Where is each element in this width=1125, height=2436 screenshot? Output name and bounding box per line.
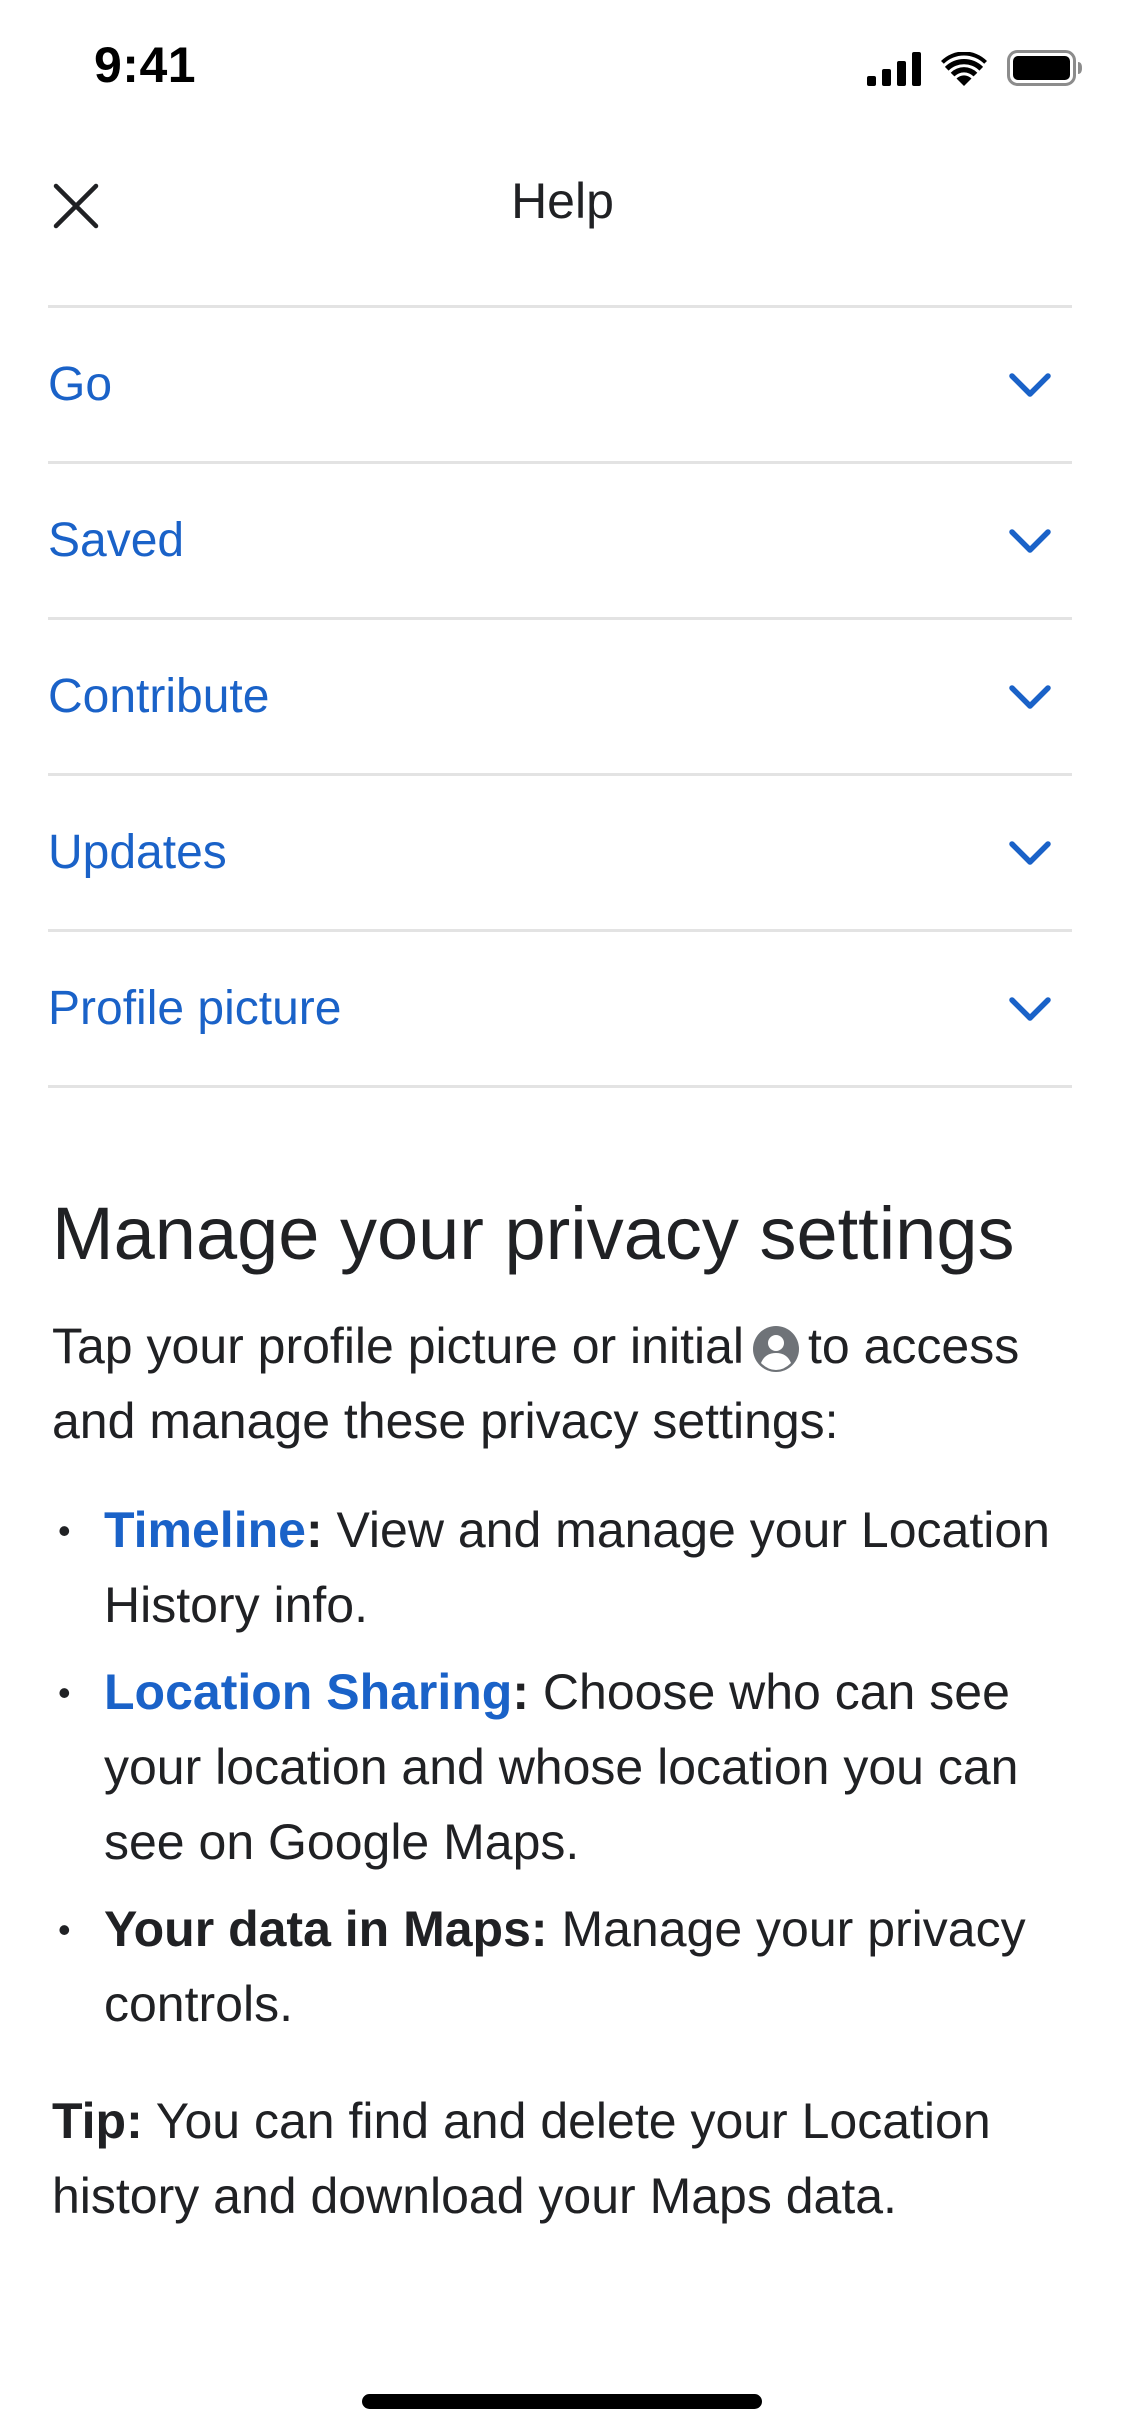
wifi-icon — [941, 52, 987, 86]
chevron-down-icon — [1002, 357, 1058, 413]
bullet-colon: : — [305, 1501, 323, 1558]
chevron-down-icon — [1002, 669, 1058, 725]
timeline-link[interactable]: Timeline — [104, 1502, 306, 1558]
accordion-item-go[interactable]: Go — [48, 308, 1072, 464]
accordion-item-label: Updates — [48, 826, 227, 879]
header: Help — [0, 140, 1125, 305]
list-item-your-data: Your data in Maps: Manage your privacy c… — [52, 1892, 1082, 2042]
status-bar: 9:41 — [0, 0, 1125, 140]
intro-text: Tap your profile picture or initial — [52, 1317, 744, 1374]
chevron-down-icon — [1002, 513, 1058, 569]
tip-text: You can find and delete your Location hi… — [52, 2092, 991, 2224]
account-circle-icon — [752, 1319, 800, 1372]
accordion-item-contribute[interactable]: Contribute — [48, 620, 1072, 776]
bullet-colon: : — [512, 1663, 530, 1720]
chevron-down-icon — [1002, 981, 1058, 1037]
tip-paragraph: Tip: You can find and delete your Locati… — [52, 2084, 1082, 2234]
privacy-settings-list: Timeline: View and manage your Location … — [52, 1493, 1082, 2042]
status-icons — [867, 50, 1083, 86]
chevron-down-icon — [1002, 825, 1058, 881]
location-sharing-link[interactable]: Location Sharing — [104, 1664, 512, 1720]
accordion-item-label: Profile picture — [48, 982, 342, 1035]
help-topics-accordion: Go Saved Contribute Updates Profile pict… — [48, 305, 1072, 1088]
bullet-term: Your data in Maps: — [104, 1900, 548, 1957]
tip-label: Tip: — [52, 2092, 143, 2149]
cellular-signal-icon — [867, 52, 921, 86]
article-content: Manage your privacy settings Tap your pr… — [52, 1190, 1082, 2234]
accordion-item-updates[interactable]: Updates — [48, 776, 1072, 932]
battery-icon — [1007, 50, 1082, 86]
section-title: Manage your privacy settings — [52, 1192, 1015, 1275]
home-indicator[interactable] — [362, 2394, 762, 2409]
list-item-timeline: Timeline: View and manage your Location … — [52, 1493, 1082, 1643]
accordion-item-label: Saved — [48, 514, 185, 567]
list-item-location-sharing: Location Sharing: Choose who can see you… — [52, 1655, 1082, 1880]
accordion-item-profile-picture[interactable]: Profile picture — [48, 932, 1072, 1088]
page-title: Help — [511, 173, 614, 229]
accordion-item-saved[interactable]: Saved — [48, 464, 1072, 620]
accordion-item-label: Go — [48, 358, 113, 411]
status-time: 9:41 — [94, 37, 197, 93]
intro-paragraph: Tap your profile picture or initial to ac… — [52, 1309, 1082, 1459]
accordion-item-label: Contribute — [48, 670, 270, 723]
